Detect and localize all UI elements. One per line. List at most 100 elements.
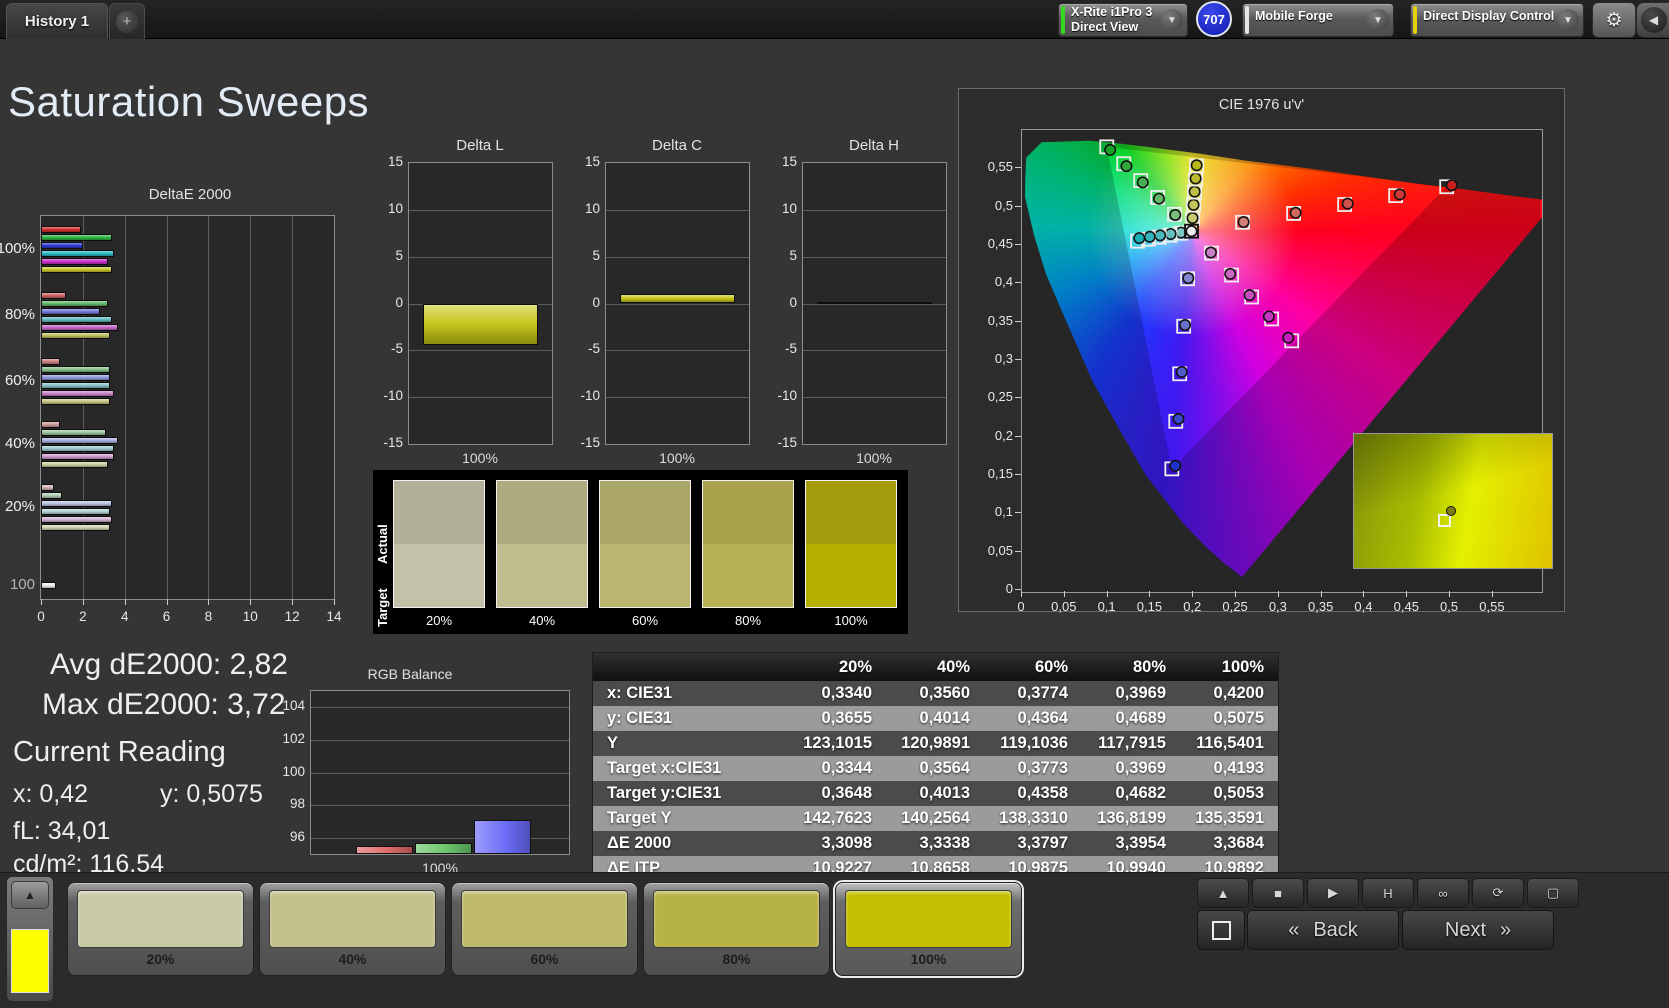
source-name: Mobile Forge (1255, 9, 1363, 24)
infinity-button[interactable]: ∞ (1417, 878, 1469, 908)
expand-patch-button[interactable]: ▲ (11, 881, 49, 909)
meter-dropdown[interactable]: X-Rite i1Pro 3 Direct View ▼ (1058, 3, 1188, 37)
gridline (292, 216, 293, 599)
patch-button-60%[interactable]: 60% (451, 882, 638, 976)
current-patch-preview[interactable] (11, 929, 49, 993)
measured-point (1238, 217, 1248, 227)
square-button[interactable]: ▢ (1527, 878, 1579, 908)
cie-x-tick-label: 0,15 (1131, 599, 1167, 614)
target-label: Target (375, 554, 391, 662)
measured-point (1154, 193, 1164, 203)
play-button[interactable]: ▶ (1307, 878, 1359, 908)
patch-color (461, 890, 628, 948)
cie-x-tick-mark (1278, 591, 1279, 597)
measured-point (1191, 160, 1201, 170)
meter-count-badge[interactable]: 707 (1196, 1, 1232, 37)
delta-l-chart: 151050-5-10-15 (408, 162, 553, 445)
next-label: Next (1445, 919, 1486, 942)
deltae-bar-cyan (41, 250, 114, 257)
y-tick-label: 104 (271, 698, 305, 713)
swatch-actual (806, 481, 896, 544)
cie-x-tick-mark (1363, 591, 1364, 597)
stop-measure-button[interactable] (1197, 910, 1245, 950)
cie-y-tick-label: 0,3 (975, 351, 1013, 366)
cell-value: 0,3969 (1082, 756, 1180, 781)
delta-bar (817, 302, 932, 304)
delta-h-chart: 151050-5-10-15 (802, 162, 947, 445)
group-label: 80% (0, 306, 35, 323)
add-tab-button[interactable]: + (109, 3, 145, 39)
gridline (803, 257, 946, 258)
x-tick-label: 4 (111, 609, 139, 624)
patch-button-20%[interactable]: 20% (67, 882, 254, 976)
h-button[interactable]: H (1362, 878, 1414, 908)
x-tick-mark (334, 599, 335, 605)
gear-icon: ⚙ (1605, 9, 1622, 32)
cell-value: 119,1036 (984, 731, 1082, 756)
row-label: Target y:CIE31 (593, 781, 788, 806)
y-tick-label: 5 (765, 248, 797, 263)
deltae-bar-red (41, 292, 66, 299)
meter-status-strip (1061, 6, 1065, 34)
delta-c-chart: 151050-5-10-15 (605, 162, 750, 445)
refresh-button[interactable]: ⟳ (1472, 878, 1524, 908)
cie-y-tick-mark (1015, 244, 1021, 245)
deltae-bar-red (41, 226, 81, 233)
patch-button-40%[interactable]: 40% (259, 882, 446, 976)
cie-y-tick-mark (1015, 167, 1021, 168)
swatch-actual (394, 481, 484, 544)
table-header-row: 20%40%60%80%100% (593, 653, 1278, 681)
source-dropdown[interactable]: Mobile Forge ▼ (1242, 3, 1394, 37)
cie-y-tick-mark (1015, 551, 1021, 552)
gridline (311, 707, 569, 708)
gridline (311, 805, 569, 806)
x-tick-mark (250, 599, 251, 605)
x-tick-mark (292, 599, 293, 605)
chevron-down-icon: ▼ (1557, 9, 1579, 31)
up-button[interactable]: ▲ (1197, 878, 1249, 908)
cie-y-tick-label: 0,45 (975, 236, 1013, 251)
y-tick-label: 96 (271, 829, 305, 844)
cie-y-tick-mark (1015, 321, 1021, 322)
cie-y-tick-mark (1015, 474, 1021, 475)
cie-x-tick-mark (1492, 591, 1493, 597)
chevron-left-icon: ◀ (1641, 7, 1667, 33)
deltae-bar-magenta (41, 453, 114, 460)
gridline (606, 304, 749, 305)
x-tick-label: 0 (27, 609, 55, 624)
cell-value: 123,1015 (788, 731, 886, 756)
current-reading-heading: Current Reading (13, 736, 226, 769)
group-label: 100 (0, 576, 35, 593)
cie-chart-title: CIE 1976 u'v' (959, 97, 1564, 113)
patch-button-80%[interactable]: 80% (643, 882, 830, 976)
cie-x-tick-label: 0,1 (1089, 599, 1125, 614)
next-button[interactable]: Next » (1402, 910, 1554, 950)
cell-value: 0,3774 (984, 681, 1082, 706)
back-button[interactable]: « Back (1247, 910, 1399, 950)
row-label: x: CIE31 (593, 681, 788, 706)
collapse-panel-button[interactable]: ◀ (1636, 2, 1669, 38)
delta-l-title: Delta L (410, 137, 550, 154)
cie-y-tick-label: 0,4 (975, 274, 1013, 289)
deltae-bar-yellow (41, 461, 108, 468)
stop-button[interactable]: ■ (1252, 878, 1304, 908)
gridline (208, 216, 209, 599)
deltae-chart: 02468101214100%80%60%40%20%100 (40, 215, 335, 600)
measured-point (1155, 230, 1165, 240)
cie-y-tick-mark (1015, 282, 1021, 283)
measured-point (1225, 269, 1235, 279)
avg-de2000-readout: Avg dE2000: 2,82 (50, 648, 288, 682)
tab-history-1[interactable]: History 1 (6, 3, 108, 39)
cie-x-tick-label: 0,35 (1303, 599, 1339, 614)
cie-y-tick-label: 0,35 (975, 313, 1013, 328)
cell-value: 0,3773 (984, 756, 1082, 781)
measured-point (1177, 367, 1187, 377)
display-control-dropdown[interactable]: Direct Display Control ▼ (1410, 3, 1584, 37)
patch-label: 20% (68, 951, 253, 967)
group-label: 100% (0, 240, 35, 257)
swatch-40% (496, 480, 588, 608)
settings-button[interactable]: ⚙ (1592, 2, 1636, 38)
swatch-20% (393, 480, 485, 608)
cell-value: 135,3591 (1180, 806, 1278, 831)
patch-button-100%[interactable]: 100% (835, 882, 1022, 976)
